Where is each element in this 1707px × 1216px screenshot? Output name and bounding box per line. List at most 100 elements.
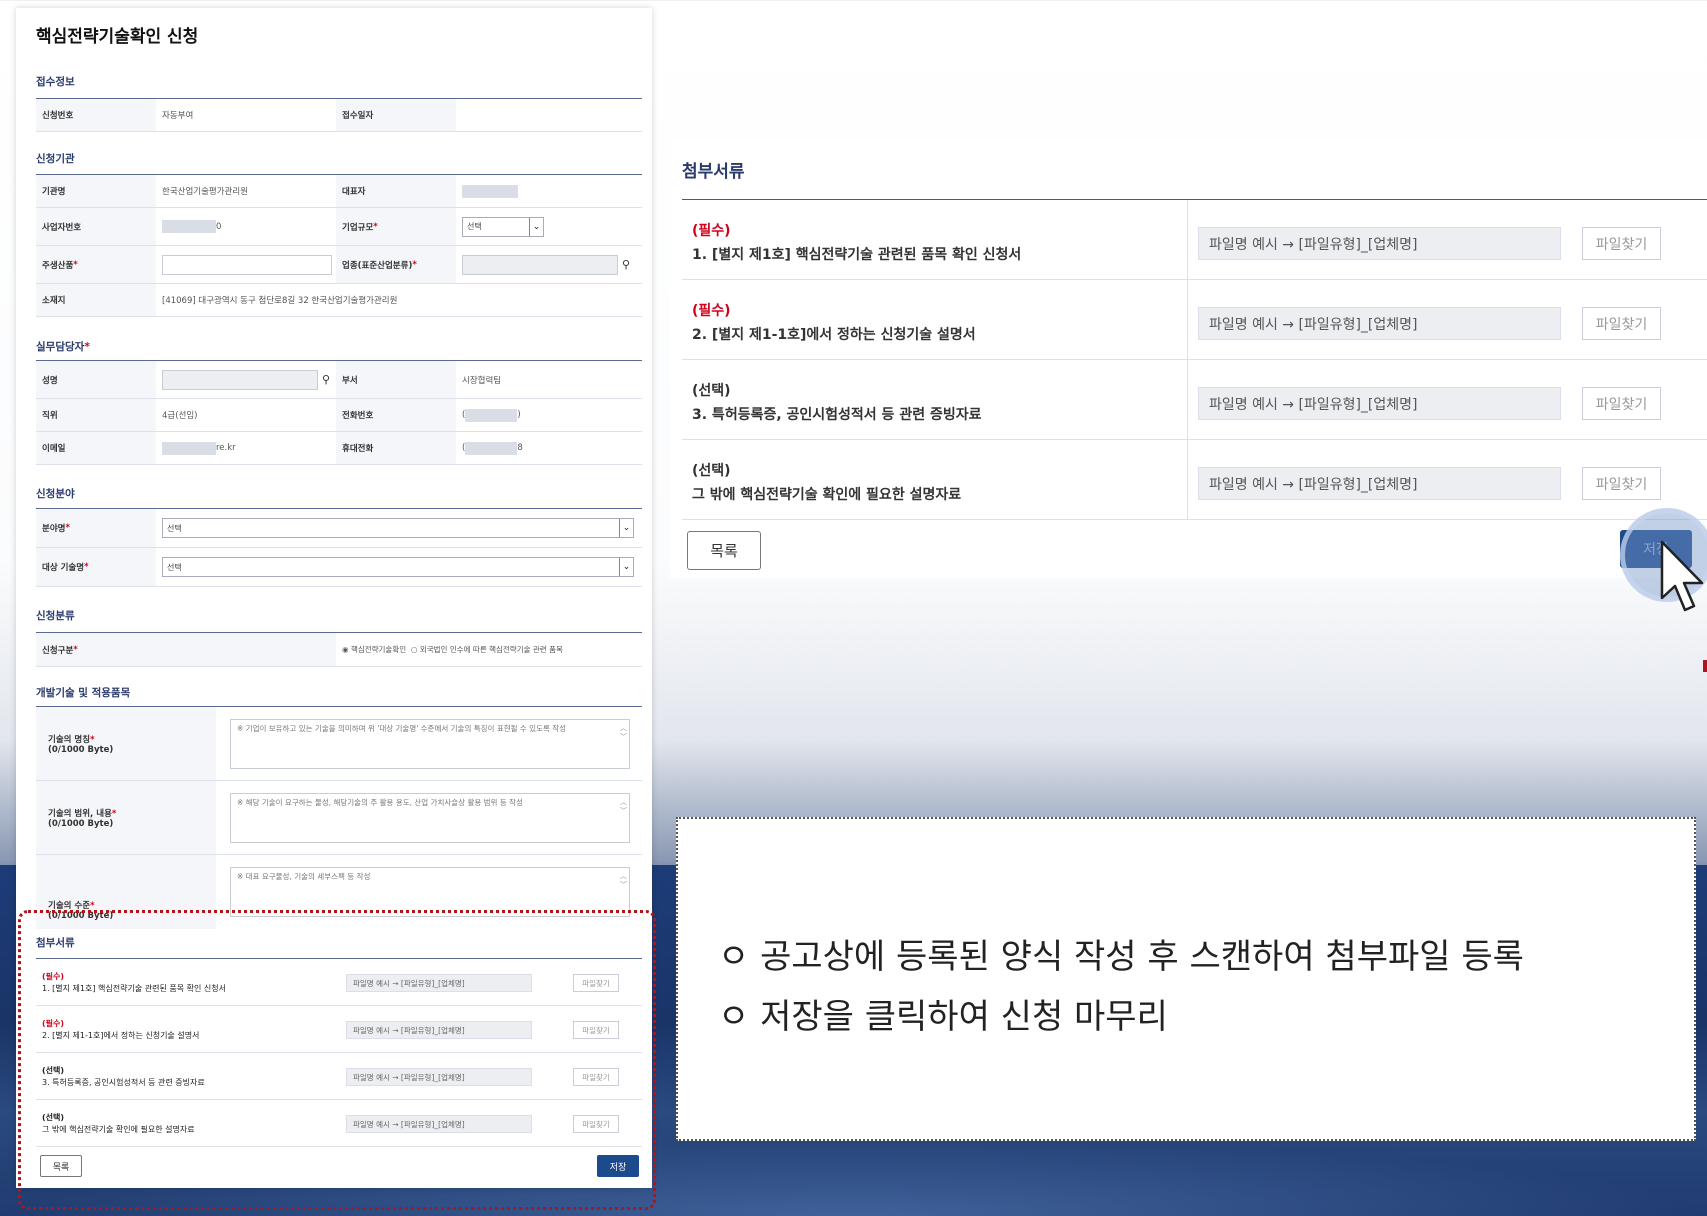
section-field: 신청분야 — [36, 488, 75, 500]
table-row: 직위 4급(선임) 전화번호 () — [36, 399, 642, 432]
attachment-name: 3. 특허등록증, 공인시험성적서 등 관련 증빙자료 — [692, 406, 982, 423]
field-cell: 선택 ⌄ — [156, 509, 642, 547]
email-suffix: re.kr — [216, 443, 236, 453]
scrollbar[interactable]: ︿ ﹀ — [620, 724, 627, 742]
mouse-pointer-icon — [1660, 540, 1704, 612]
industry-label: 업종(표준산업분류) * — [336, 246, 456, 283]
reception-table: 신청번호 자동부여 접수일자 — [36, 98, 642, 132]
table-row: 성명 ⚲ 부서 시장협력팀 — [36, 361, 642, 399]
radio-option-2[interactable]: 외국법인 인수에 따른 핵심전략기술 관련 품목 — [420, 644, 563, 655]
scrollbar[interactable]: ︿ ﹀ — [620, 872, 627, 890]
textarea-placeholder: ※ 대표 요구물성, 기술의 세부스펙 등 작성 — [237, 872, 371, 881]
tech-select-value: 선택 — [167, 562, 182, 572]
file-name-field[interactable]: 파일명 예시 → [파일유형]_[업체명] — [1198, 307, 1561, 340]
tech-label-text: 대상 기술명 — [42, 563, 85, 573]
masked-text — [162, 220, 216, 233]
zoom-attachments-table: (필수) 1. [별지 제1호] 핵심전략기술 관련된 품목 확인 신청서 파일명… — [682, 199, 1707, 520]
tech-select[interactable]: 선택 ⌄ — [162, 557, 634, 577]
chevron-down-icon: ⌄ — [619, 558, 633, 576]
field-select-value: 선택 — [167, 523, 182, 533]
mobile-suffix: 8 — [517, 443, 523, 453]
radio-option-1[interactable]: 핵심전략기술확인 — [351, 644, 406, 655]
org-value: 한국산업기술평가관리원 — [162, 187, 249, 197]
field-table: 분야명 * 선택 ⌄ 대상 기술명 * 선택 ⌄ — [36, 508, 642, 587]
field-select[interactable]: 선택 ⌄ — [162, 518, 634, 538]
attachment-label: (필수) 1. [별지 제1호] 핵심전략기술 관련된 품목 확인 신청서 — [692, 220, 1021, 268]
instruction-line-2: ㅇ 저장을 클릭하여 신청 마무리 — [718, 997, 1168, 1037]
attachment-tag: (선택) — [692, 383, 731, 399]
tech-cell: 선택 ⌄ — [156, 548, 642, 586]
section-devtech: 개발기술 및 적용품목 — [36, 687, 131, 699]
find-file-button[interactable]: 파일찾기 — [1582, 467, 1661, 500]
type-label: 신청구분 * — [36, 633, 336, 666]
date-label: 접수일자 — [336, 99, 456, 131]
masked-text — [462, 184, 518, 198]
masked-text — [465, 408, 518, 422]
table-row: 신청구분 * ◉ 핵심전략기술확인 ○ 외국법인 인수에 따른 핵심전략기술 관련… — [36, 633, 642, 667]
search-icon[interactable]: ⚲ — [622, 258, 630, 271]
divider — [1187, 360, 1188, 439]
tech-name-label: 기술의 명칭* (0/1000 Byte) — [36, 707, 216, 780]
zoom-section-title: 첨부서류 — [682, 162, 745, 182]
bizno-suffix: 0 — [216, 221, 222, 232]
attachment-name: 2. [별지 제1-1호]에서 정하는 신청기술 설명서 — [692, 326, 976, 343]
table-row: 대상 기술명 * 선택 ⌄ — [36, 548, 642, 587]
masked-text — [162, 441, 216, 455]
attachment-name: 그 밖에 핵심전략기술 확인에 필요한 설명자료 — [692, 486, 962, 503]
tech-name-label-text: 기술의 명칭 — [48, 734, 91, 745]
file-name-field[interactable]: 파일명 예시 → [파일유형]_[업체명] — [1198, 467, 1561, 500]
file-name-field[interactable]: 파일명 예시 → [파일유형]_[업체명] — [1198, 227, 1561, 260]
app-no-value: 자동부여 — [162, 111, 194, 121]
attachment-label: (필수) 2. [별지 제1-1호]에서 정하는 신청기술 설명서 — [692, 300, 976, 348]
product-label: 주생산품 * — [36, 246, 156, 283]
org-label: 기관명 — [36, 175, 156, 207]
find-file-button[interactable]: 파일찾기 — [1582, 387, 1661, 420]
section-reception: 접수정보 — [36, 76, 75, 88]
position-label: 직위 — [36, 399, 156, 431]
attachment-name: 1. [별지 제1호] 핵심전략기술 관련된 품목 확인 신청서 — [692, 246, 1022, 263]
phone-suffix: ) — [517, 410, 521, 420]
attachment-label: (선택) 3. 특허등록증, 공인시험성적서 등 관련 증빙자료 — [692, 380, 981, 428]
field-label-text: 분야명 — [42, 524, 66, 534]
find-file-button[interactable]: 파일찾기 — [1582, 307, 1661, 340]
company-size-select[interactable]: 선택 ⌄ — [462, 216, 544, 237]
applicant-table: 기관명 한국산업기술평가관리원 대표자 사업자번호 0 기업규모 * 선택 ⌄ 주생… — [36, 174, 642, 317]
name-cell: ⚲ — [156, 361, 336, 398]
attachment-row: (선택) 3. 특허등록증, 공인시험성적서 등 관련 증빙자료 파일명 예시 →… — [682, 360, 1707, 440]
zoom-list-button[interactable]: 목록 — [687, 531, 761, 570]
section-category: 신청분류 — [36, 610, 75, 622]
manager-table: 성명 ⚲ 부서 시장협력팀 직위 4급(선임) 전화번호 () 이메일 re.k… — [36, 360, 642, 465]
table-row: 이메일 re.kr 휴대전화 (8 — [36, 432, 642, 465]
radio-selected-icon[interactable]: ◉ — [342, 645, 349, 654]
search-icon[interactable]: ⚲ — [322, 373, 330, 386]
position-value: 4급(선임) — [162, 411, 198, 421]
divider — [1187, 200, 1188, 279]
file-name-field[interactable]: 파일명 예시 → [파일유형]_[업체명] — [1198, 387, 1561, 420]
red-mark — [1703, 660, 1707, 672]
size-cell: 선택 ⌄ — [456, 208, 642, 245]
industry-label-text: 업종(표준산업분류) — [342, 260, 413, 271]
bizno-value: 0 — [156, 208, 336, 245]
find-file-button[interactable]: 파일찾기 — [1582, 227, 1661, 260]
tech-name-textarea[interactable]: ※ 기업이 보유하고 있는 기술을 의미하며 위 '대상 기술명' 수준에서 기… — [230, 719, 630, 769]
chevron-down-icon: ⌄ — [619, 519, 633, 537]
textarea-placeholder: ※ 기업이 보유하고 있는 기술을 의미하며 위 '대상 기술명' 수준에서 기… — [237, 724, 567, 733]
table-row: 소재지 [41069] 대구광역시 동구 첨단로8길 32 한국산업기술평가관리… — [36, 284, 642, 317]
size-label: 기업규모 * — [336, 208, 456, 245]
email-label: 이메일 — [36, 432, 156, 464]
mobile-value: (8 — [456, 432, 642, 464]
radio-empty-icon[interactable]: ○ — [411, 645, 418, 654]
manager-name-input[interactable] — [162, 369, 318, 390]
phone-value: () — [456, 399, 642, 431]
main-product-input[interactable] — [162, 254, 332, 275]
divider — [1187, 280, 1188, 359]
address-label: 소재지 — [36, 284, 156, 316]
masked-text — [465, 441, 518, 455]
scrollbar[interactable]: ︿ ﹀ — [620, 798, 627, 816]
industry-cell: ⚲ — [456, 246, 642, 283]
industry-input[interactable] — [462, 254, 618, 275]
instruction-box: ㅇ 공고상에 등록된 양식 작성 후 스캔하여 첨부파일 등록 ㅇ 저장을 클릭… — [676, 817, 1696, 1141]
tech-scope-textarea[interactable]: ※ 해당 기술이 요구하는 물성, 해당기술의 주 활용 용도, 산업 가치사슬… — [230, 793, 630, 843]
byte-counter: (0/1000 Byte) — [48, 744, 114, 755]
category-table: 신청구분 * ◉ 핵심전략기술확인 ○ 외국법인 인수에 따른 핵심전략기술 관련… — [36, 632, 642, 667]
